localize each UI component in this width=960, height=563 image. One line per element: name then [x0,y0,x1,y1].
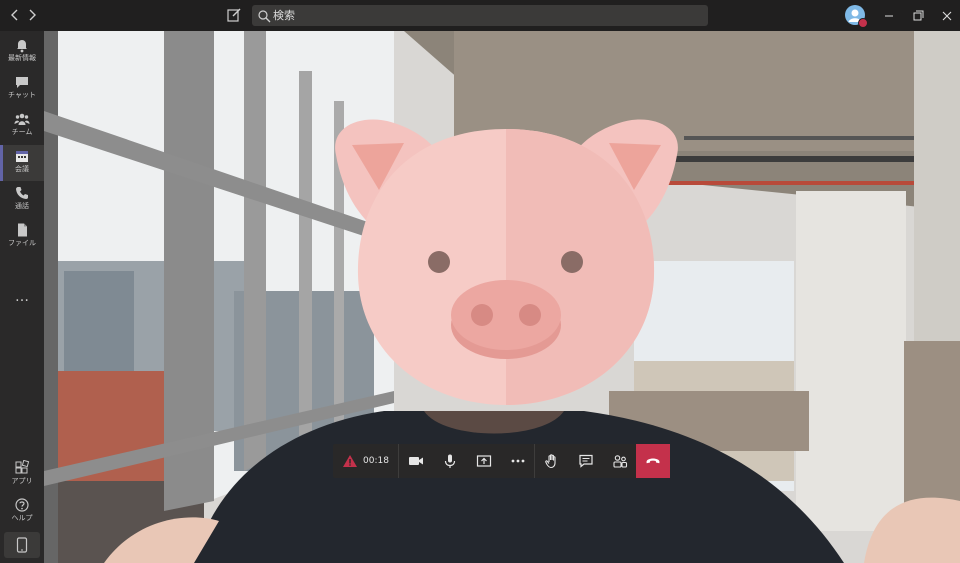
rail-item-chat[interactable]: チャット [0,71,44,107]
rail-item-calls[interactable]: 通話 [0,182,44,218]
more-dots-icon [511,459,525,463]
rail-item-apps[interactable]: アプリ [0,457,44,493]
mobile-device-icon [16,537,28,553]
teams-icon [14,113,30,125]
minimize-icon[interactable] [882,8,896,22]
presence-busy-icon [858,18,868,28]
video-camera-icon [409,457,423,465]
title-bar: 検索 [0,0,960,31]
camera-toggle-button[interactable] [399,444,433,478]
rail-item-teams[interactable]: チーム [0,108,44,144]
participants-icon [613,455,628,468]
hang-up-button[interactable] [636,444,670,478]
rail-label: 会議 [15,165,29,173]
video-stage [44,31,960,563]
warning-icon [343,455,357,467]
search-input[interactable]: 検索 [273,8,295,23]
more-apps-button[interactable]: … [0,289,44,305]
compose-icon[interactable] [226,7,242,23]
file-icon [18,223,27,237]
forward-arrow-icon[interactable] [24,7,40,23]
device-button[interactable] [4,532,40,558]
back-arrow-icon[interactable] [7,7,23,23]
rail-item-files[interactable]: ファイル [0,219,44,255]
show-participants-button[interactable] [603,444,637,478]
show-conversation-button[interactable] [569,444,603,478]
share-screen-button[interactable] [467,444,501,478]
search-box[interactable]: 検索 [252,5,708,26]
close-icon[interactable] [940,8,954,22]
network-warning-button[interactable] [333,444,367,478]
restore-icon[interactable] [911,8,925,22]
search-icon [257,8,271,23]
call-timer: 00:18 [363,456,389,466]
rail-label: チーム [11,128,33,136]
rail-label: 最新情報 [8,54,36,62]
app-rail: 最新情報 チャット チーム 会議 通話 ファイル … アプリ ヘルプ [0,31,44,563]
rail-label: アプリ [11,477,33,485]
hand-icon [545,454,556,469]
phone-icon [16,187,28,199]
rail-label: 通話 [15,202,29,210]
chat-bubble-icon [579,454,593,468]
microphone-toggle-button[interactable] [433,444,467,478]
rail-item-activity[interactable]: 最新情報 [0,34,44,70]
raise-hand-button[interactable] [535,444,569,478]
apps-icon [15,460,30,474]
share-screen-icon [476,455,492,467]
hang-up-phone-icon [646,458,660,464]
calendar-icon [16,151,28,162]
rail-label: ファイル [8,239,36,247]
help-icon [15,498,29,512]
call-controls-bar: 00:18 [333,444,670,478]
chat-icon [16,77,28,88]
more-actions-button[interactable] [501,444,535,478]
pig-face-filter-icon [335,119,678,405]
rail-item-meetings[interactable]: 会議 [0,145,44,181]
microphone-icon [444,454,456,468]
rail-label: ヘルプ [11,514,33,522]
rail-label: チャット [8,91,36,99]
bell-icon [17,40,27,53]
rail-item-help[interactable]: ヘルプ [0,494,44,530]
